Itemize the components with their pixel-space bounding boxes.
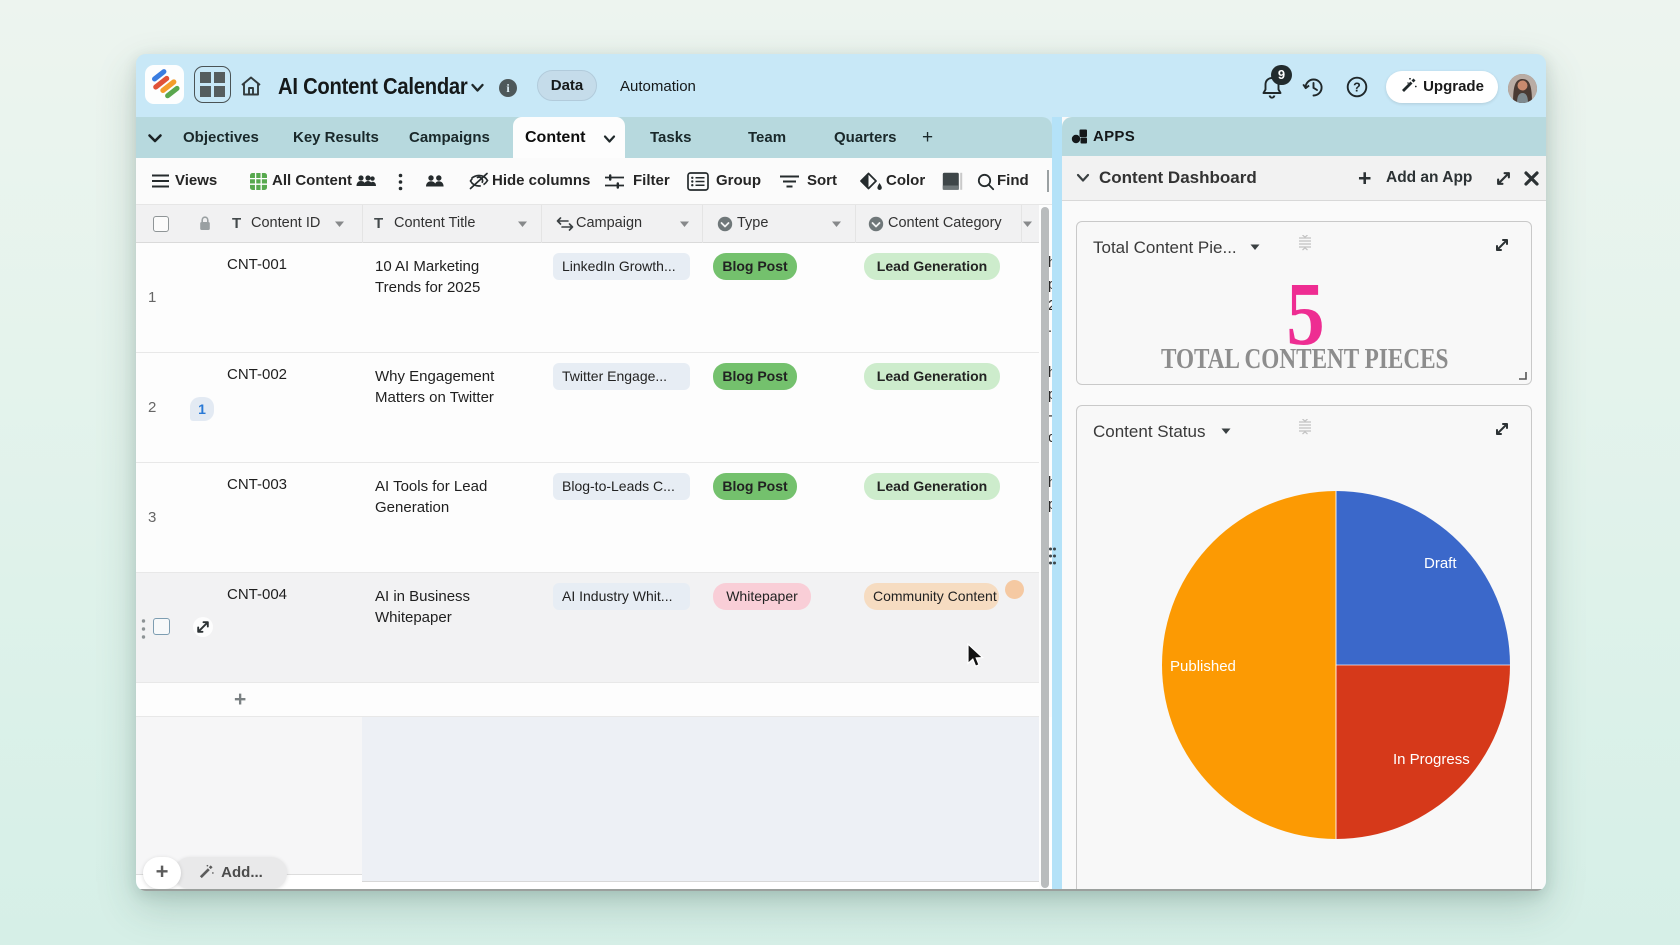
svg-text:Draft: Draft — [1424, 555, 1457, 572]
svg-text:?: ? — [1353, 80, 1361, 94]
svg-text:In Progress: In Progress — [1393, 751, 1470, 768]
svg-text:Published: Published — [1170, 658, 1236, 675]
